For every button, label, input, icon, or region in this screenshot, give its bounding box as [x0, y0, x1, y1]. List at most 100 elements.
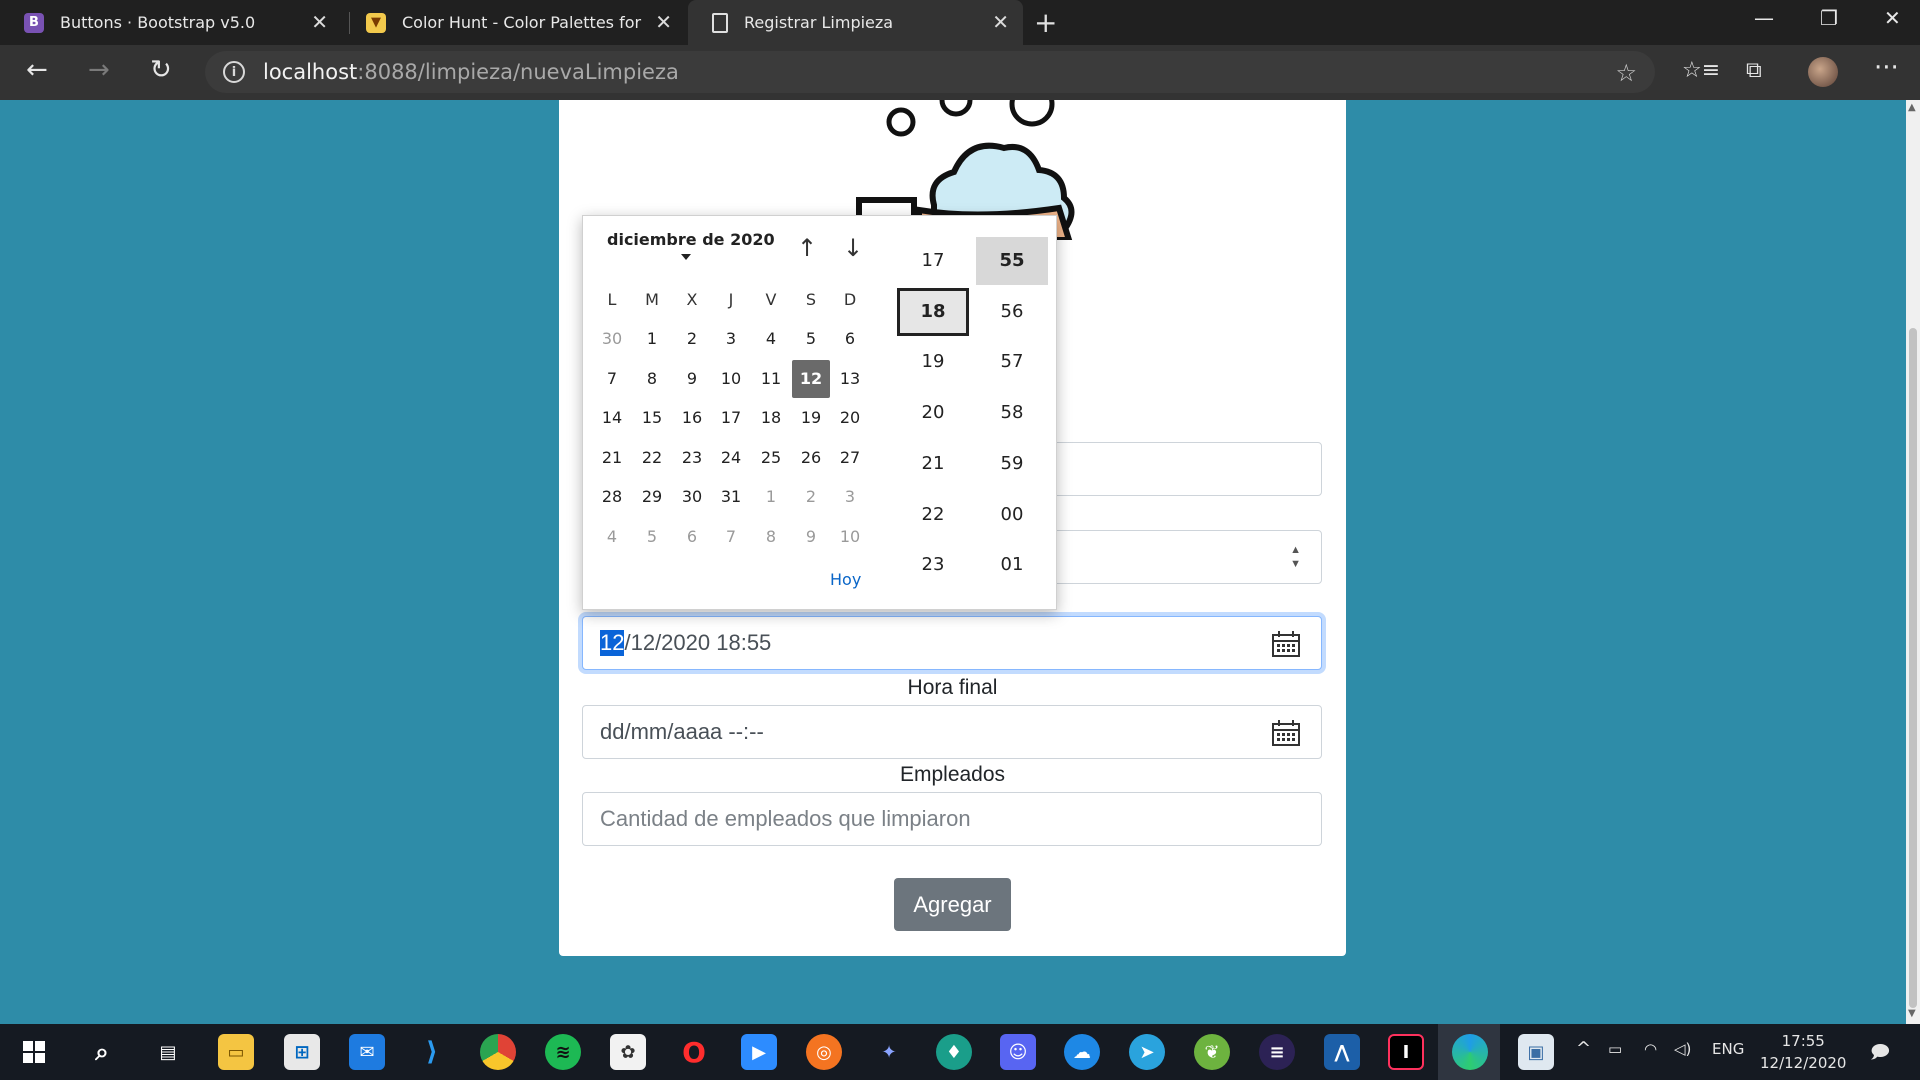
language-indicator[interactable]: ENG [1712, 1040, 1744, 1058]
collections-icon[interactable]: ⧉ [1746, 58, 1762, 83]
zoom-icon[interactable]: ▶ [741, 1034, 777, 1070]
vscode-icon[interactable]: ⟩ [414, 1034, 450, 1070]
calendar-day[interactable]: 30 [593, 320, 631, 358]
cloud-icon[interactable]: ☁ [1064, 1034, 1100, 1070]
calendar-day[interactable]: 4 [752, 320, 790, 358]
edge-icon[interactable] [1452, 1034, 1488, 1070]
ubuntu-icon[interactable]: ◎ [806, 1034, 842, 1070]
hour-option[interactable]: 19 [897, 338, 969, 386]
new-tab-icon[interactable]: + [1034, 6, 1057, 39]
windows-start-icon[interactable] [16, 1034, 52, 1070]
calendar-day[interactable]: 2 [792, 478, 830, 516]
address-bar[interactable]: i localhost:8088/limpieza/nuevaLimpieza … [205, 51, 1655, 93]
calendar-day[interactable]: 6 [673, 518, 711, 556]
calendar-day[interactable]: 29 [633, 478, 671, 516]
info-icon[interactable]: i [223, 61, 245, 83]
calendar-day[interactable]: 1 [633, 320, 671, 358]
calendar-day[interactable]: 16 [673, 399, 711, 437]
calendar-day[interactable]: 25 [752, 439, 790, 477]
day-segment[interactable]: 12 [600, 630, 625, 656]
calendar-day[interactable]: 18 [752, 399, 790, 437]
calendar-day[interactable]: 23 [673, 439, 711, 477]
back-icon[interactable]: ← [26, 55, 48, 85]
calendar-day[interactable]: 15 [633, 399, 671, 437]
calendar-day[interactable]: 27 [831, 439, 869, 477]
telegram-icon[interactable]: ➤ [1129, 1034, 1165, 1070]
calendar-day[interactable]: 10 [712, 360, 750, 398]
minute-option[interactable]: 00 [976, 491, 1048, 539]
minute-option[interactable]: 59 [976, 440, 1048, 488]
wireshark-icon[interactable]: ⋀ [1324, 1034, 1360, 1070]
calendar-day[interactable]: 5 [633, 518, 671, 556]
intellij-icon[interactable]: I [1388, 1034, 1424, 1070]
employees-input[interactable]: Cantidad de empleados que limpiaron [582, 792, 1322, 846]
calendar-day[interactable]: 14 [593, 399, 631, 437]
scroll-down-icon[interactable]: ▼ [1908, 1008, 1916, 1019]
end-datetime-input[interactable]: dd/mm/aaaa --:-- [582, 705, 1322, 759]
calendar-day[interactable]: 28 [593, 478, 631, 516]
month-year-selector[interactable]: diciembre de 2020 [607, 230, 775, 249]
calendar-day[interactable]: 5 [792, 320, 830, 358]
volume-icon[interactable]: ◁) [1674, 1040, 1691, 1058]
reload-icon[interactable]: ↻ [150, 55, 172, 85]
calendar-day[interactable]: 4 [593, 518, 631, 556]
spotify-icon[interactable]: ≋ [545, 1034, 581, 1070]
calendar-icon[interactable] [1271, 630, 1301, 664]
minute-option[interactable]: 55 [976, 237, 1048, 285]
calendar-day[interactable]: 2 [673, 320, 711, 358]
store-icon[interactable]: ⊞ [284, 1034, 320, 1070]
spring-icon[interactable]: ❦ [1194, 1034, 1230, 1070]
chrome-icon[interactable] [480, 1034, 516, 1070]
hour-option[interactable]: 18 [897, 287, 969, 336]
opera-icon[interactable]: O [676, 1034, 712, 1070]
mail-icon[interactable]: ✉ [349, 1034, 385, 1070]
notifications-icon[interactable]: 🗩 [1870, 1040, 1890, 1070]
discord-icon[interactable]: ☺ [1000, 1034, 1036, 1070]
close-tab-icon[interactable]: ✕ [992, 10, 1009, 34]
tray-chevron-icon[interactable]: ^ [1576, 1038, 1591, 1059]
calendar-day[interactable]: 8 [752, 518, 790, 556]
calendar-day[interactable]: 9 [673, 360, 711, 398]
calendar-day[interactable]: 7 [593, 360, 631, 398]
calendar-day[interactable]: 13 [831, 360, 869, 398]
calendar-day[interactable]: 26 [792, 439, 830, 477]
hour-option[interactable]: 21 [897, 440, 969, 488]
calendar-day[interactable]: 7 [712, 518, 750, 556]
photos-icon[interactable]: ✿ [610, 1034, 646, 1070]
minimize-icon[interactable]: — [1754, 6, 1774, 30]
github-desktop-icon[interactable]: ✦ [871, 1034, 907, 1070]
calendar-day[interactable]: 12 [792, 359, 830, 398]
calendar-day[interactable]: 21 [593, 439, 631, 477]
wifi-icon[interactable]: ◠ [1644, 1040, 1657, 1058]
calendar-day[interactable]: 10 [831, 518, 869, 556]
calendar-day[interactable]: 1 [752, 478, 790, 516]
close-window-icon[interactable]: ✕ [1884, 6, 1901, 30]
close-tab-icon[interactable]: ✕ [311, 10, 328, 34]
calendar-day[interactable]: 31 [712, 478, 750, 516]
calendar-day[interactable]: 9 [792, 518, 830, 556]
eclipse-icon[interactable]: ≡ [1259, 1034, 1295, 1070]
calendar-day[interactable]: 8 [633, 360, 671, 398]
calendar-day[interactable]: 30 [673, 478, 711, 516]
file-explorer-icon[interactable]: ▭ [218, 1034, 254, 1070]
system-clock[interactable]: 17:55 12/12/2020 [1760, 1030, 1846, 1074]
restore-icon[interactable]: ❐ [1820, 6, 1838, 30]
page-scrollbar[interactable]: ▲ ▼ [1906, 100, 1920, 1024]
search-icon[interactable]: ⌕ [84, 1034, 120, 1070]
minute-option[interactable]: 58 [976, 389, 1048, 437]
calendar-day[interactable]: 19 [792, 399, 830, 437]
minute-option[interactable]: 01 [976, 541, 1048, 589]
tab-registrar-limpieza[interactable]: Registrar Limpieza ✕ [688, 0, 1023, 45]
minute-option[interactable]: 57 [976, 338, 1048, 386]
forward-icon[interactable]: → [88, 55, 110, 85]
calendar-day[interactable]: 3 [831, 478, 869, 516]
task-view-icon[interactable]: ▤ [150, 1034, 186, 1070]
image-viewer-icon[interactable]: ▣ [1518, 1034, 1554, 1070]
arrow-up-icon[interactable]: ↑ [797, 234, 817, 262]
start-datetime-input[interactable]: 12/12/2020 18:55 [582, 616, 1322, 670]
favorite-star-icon[interactable]: ☆ [1615, 59, 1637, 87]
more-icon[interactable]: ··· [1874, 53, 1899, 83]
scroll-thumb[interactable] [1909, 328, 1917, 1008]
scroll-up-icon[interactable]: ▲ [1908, 102, 1916, 113]
calendar-day[interactable]: 17 [712, 399, 750, 437]
